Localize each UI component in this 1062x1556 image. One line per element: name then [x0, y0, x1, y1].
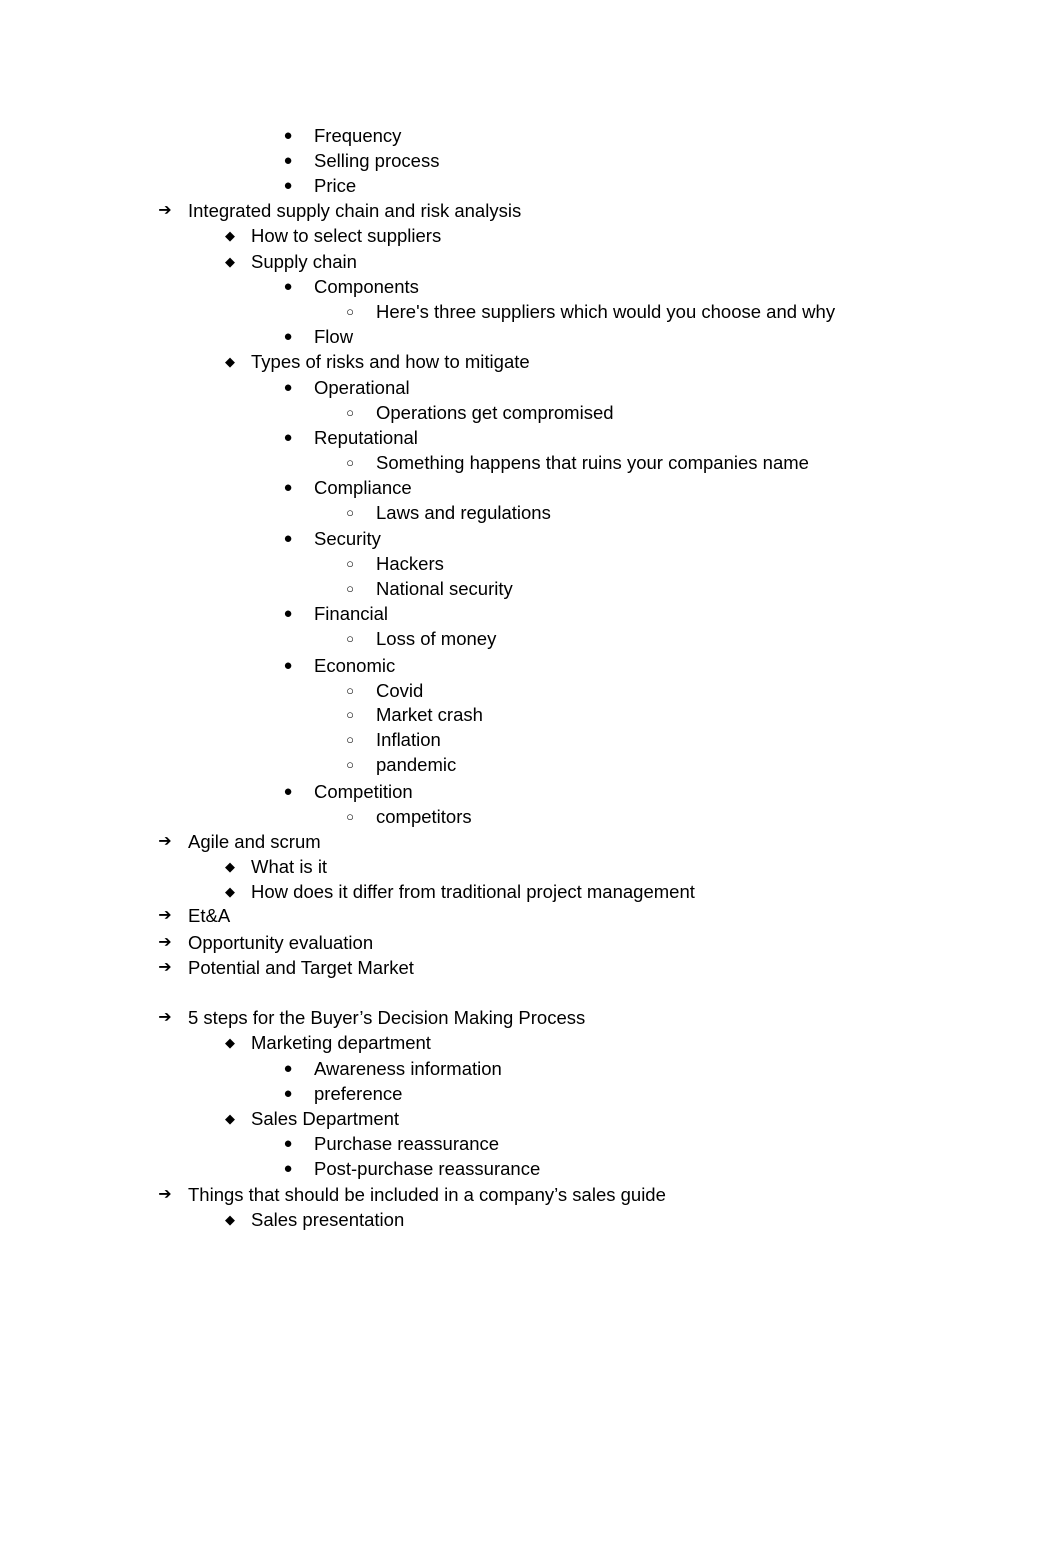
arrow-bullet-icon: ➔ [158, 934, 172, 951]
diamond-bullet-icon: ◆ [225, 354, 235, 369]
diamond-bullet-icon: ◆ [225, 859, 235, 874]
hollow-circle-bullet-icon: ○ [346, 683, 354, 698]
hollow-circle-bullet-icon: ○ [346, 707, 354, 722]
diamond-bullet-icon: ◆ [225, 884, 235, 899]
list-item-text: Compliance [314, 477, 412, 498]
hollow-circle-bullet-icon: ○ [346, 581, 354, 596]
list-item-text: Flow [314, 326, 354, 347]
document-page: ● Frequency ● Selling process ● Price ➔ Integra… [0, 0, 1062, 1556]
list-item-text: Sales presentation [251, 1209, 405, 1230]
list-item-text: Components [314, 276, 419, 297]
diamond-bullet-icon: ◆ [225, 254, 235, 269]
list-item-text: Loss of money [376, 628, 497, 649]
diamond-bullet-icon: ◆ [225, 1212, 235, 1227]
filled-circle-bullet-icon: ● [283, 1060, 293, 1077]
list-item-text: Operational [314, 377, 410, 398]
list-item-text: Reputational [314, 427, 418, 448]
list-item-text: Security [314, 528, 381, 549]
list-item-text: Agile and scrum [188, 831, 321, 852]
list-item-text: Things that should be included in a comp… [188, 1184, 666, 1205]
list-item-text: How does it differ from traditional proj… [251, 881, 695, 902]
diamond-bullet-icon: ◆ [225, 228, 235, 243]
list-item-text: Marketing department [251, 1032, 431, 1053]
list-item-text: Et&A [188, 905, 231, 926]
list-item-text: Price [314, 175, 357, 196]
list-item-text: Inflation [376, 729, 441, 750]
list-item-text: Laws and regulations [376, 502, 551, 523]
list-item-text: Selling process [314, 150, 440, 171]
filled-circle-bullet-icon: ● [283, 479, 293, 496]
list-item-text: What is it [251, 856, 328, 877]
hollow-circle-bullet-icon: ○ [346, 556, 354, 571]
hollow-circle-bullet-icon: ○ [346, 809, 354, 824]
filled-circle-bullet-icon: ● [283, 127, 293, 144]
filled-circle-bullet-icon: ● [283, 1135, 293, 1152]
list-item-text: How to select suppliers [251, 225, 442, 246]
arrow-bullet-icon: ➔ [158, 202, 172, 219]
list-item-text: competitors [376, 806, 472, 827]
list-item-text: Market crash [376, 704, 483, 725]
hollow-circle-bullet-icon: ○ [346, 304, 354, 319]
hollow-circle-bullet-icon: ○ [346, 505, 354, 520]
filled-circle-bullet-icon: ● [283, 657, 293, 674]
filled-circle-bullet-icon: ● [283, 379, 293, 396]
hollow-circle-bullet-icon: ○ [346, 631, 354, 646]
list-item-text: Sales Department [251, 1108, 400, 1129]
list-item-text: Awareness information [314, 1058, 502, 1079]
hollow-circle-bullet-icon: ○ [346, 732, 354, 747]
arrow-bullet-icon: ➔ [158, 833, 172, 850]
list-item-text: Financial [314, 603, 389, 624]
filled-circle-bullet-icon: ● [283, 429, 293, 446]
list-item-text: preference [314, 1083, 403, 1104]
list-item-text: National security [376, 578, 513, 599]
filled-circle-bullet-icon: ● [283, 1085, 293, 1102]
diamond-bullet-icon: ◆ [225, 1035, 235, 1050]
filled-circle-bullet-icon: ● [283, 530, 293, 547]
list-item-text: Potential and Target Market [188, 957, 414, 978]
list-item-text: Integrated supply chain and risk analysi… [188, 200, 522, 221]
hollow-circle-bullet-icon: ○ [346, 757, 354, 772]
filled-circle-bullet-icon: ● [283, 328, 293, 345]
hollow-circle-bullet-icon: ○ [346, 455, 354, 470]
filled-circle-bullet-icon: ● [283, 1160, 293, 1177]
arrow-bullet-icon: ➔ [158, 1009, 172, 1026]
list-item-text: Operations get compromised [376, 402, 614, 423]
filled-circle-bullet-icon: ● [283, 152, 293, 169]
filled-circle-bullet-icon: ● [283, 177, 293, 194]
list-item-text: Types of risks and how to mitigate [251, 351, 530, 372]
list-item-text: Competition [314, 781, 413, 802]
diamond-bullet-icon: ◆ [225, 1111, 235, 1126]
arrow-bullet-icon: ➔ [158, 959, 172, 976]
list-item-text: Here's three suppliers which would you c… [376, 301, 836, 322]
list-item-text: Covid [376, 680, 424, 701]
list-item-text: Post-purchase reassurance [314, 1158, 541, 1179]
filled-circle-bullet-icon: ● [283, 278, 293, 295]
hollow-circle-bullet-icon: ○ [346, 405, 354, 420]
list-item-text: Purchase reassurance [314, 1133, 500, 1154]
list-item-text: Opportunity evaluation [188, 932, 374, 953]
list-item-text: Frequency [314, 125, 402, 146]
arrow-bullet-icon: ➔ [158, 907, 172, 924]
list-item-text: Supply chain [251, 251, 357, 272]
list-item-text: 5 steps for the Buyer’s Decision Making … [188, 1007, 586, 1028]
list-item-text: Hackers [376, 553, 444, 574]
list-item-text: Economic [314, 655, 396, 676]
filled-circle-bullet-icon: ● [283, 605, 293, 622]
list-item-text: Something happens that ruins your compan… [376, 452, 809, 473]
arrow-bullet-icon: ➔ [158, 1186, 172, 1203]
list-item-text: pandemic [376, 754, 457, 775]
filled-circle-bullet-icon: ● [283, 783, 293, 800]
